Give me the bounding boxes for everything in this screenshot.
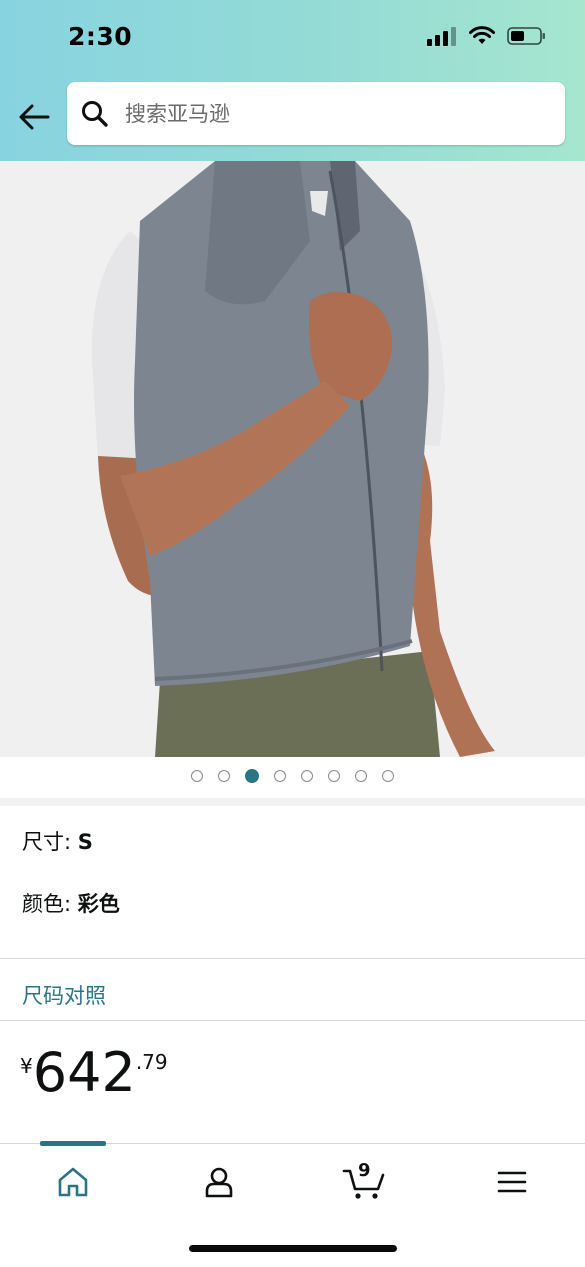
nav-cart[interactable]: 9 — [334, 1160, 394, 1204]
carousel-dot[interactable] — [382, 770, 394, 782]
image-carousel-dots — [0, 769, 585, 783]
price-whole: 642 — [32, 1041, 136, 1104]
price-symbol: ¥ — [20, 1054, 33, 1078]
product-price: ¥ 642 .79 — [20, 1042, 168, 1104]
back-arrow-icon — [19, 104, 50, 130]
header-bar: 2:30 — [0, 0, 585, 161]
color-label: 颜色: — [22, 892, 78, 916]
size-option[interactable]: 尺寸: S — [22, 826, 93, 856]
color-value: 彩色 — [77, 892, 120, 916]
wifi-icon — [469, 26, 495, 44]
size-label: 尺寸: — [22, 830, 78, 854]
carousel-dot[interactable] — [355, 770, 367, 782]
signal-icon — [427, 27, 456, 46]
carousel-dot[interactable] — [274, 770, 286, 782]
nav-menu[interactable] — [482, 1160, 542, 1204]
product-image[interactable] — [0, 161, 585, 757]
cart-count-badge: 9 — [358, 1160, 371, 1181]
color-option[interactable]: 颜色: 彩色 — [22, 888, 120, 918]
divider — [0, 958, 585, 959]
back-button[interactable] — [14, 97, 54, 137]
carousel-dot[interactable] — [191, 770, 203, 782]
home-indicator — [189, 1245, 397, 1252]
carousel-dot-active[interactable] — [245, 769, 259, 783]
battery-icon — [507, 27, 545, 45]
carousel-dot[interactable] — [328, 770, 340, 782]
product-photo — [0, 161, 585, 757]
price-fraction: .79 — [135, 1050, 168, 1074]
status-time: 2:30 — [68, 22, 133, 51]
size-chart-link[interactable]: 尺码对照 — [22, 980, 106, 1010]
divider — [0, 1020, 585, 1021]
search-bar[interactable] — [67, 82, 565, 145]
active-tab-indicator — [40, 1141, 106, 1146]
search-input[interactable] — [123, 100, 527, 127]
size-value: S — [77, 830, 93, 854]
home-icon — [58, 1167, 88, 1197]
carousel-dot[interactable] — [301, 770, 313, 782]
status-icons — [427, 26, 547, 46]
nav-account[interactable] — [189, 1160, 249, 1204]
nav-home[interactable] — [43, 1160, 103, 1204]
section-divider — [0, 798, 585, 806]
search-icon — [82, 100, 108, 127]
user-icon — [205, 1167, 233, 1198]
menu-icon — [497, 1171, 527, 1193]
carousel-dot[interactable] — [218, 770, 230, 782]
